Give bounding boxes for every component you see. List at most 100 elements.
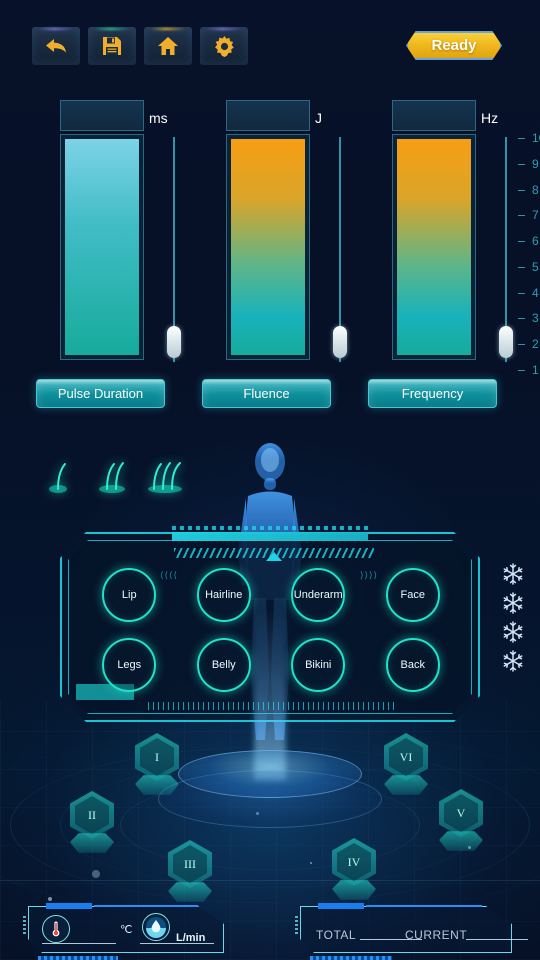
- hud-top-bar: [172, 532, 368, 541]
- scale-tick: [518, 266, 525, 268]
- speck: [48, 897, 52, 901]
- gear-icon: [214, 35, 235, 57]
- hair-density-2-icon[interactable]: [95, 456, 131, 496]
- area-button-face[interactable]: Face: [385, 568, 440, 622]
- panel-tab: [46, 903, 92, 909]
- badge-hex: III: [168, 840, 212, 888]
- scale-tick-label: 2: [532, 337, 539, 352]
- back-arrow-icon: [44, 36, 68, 56]
- status-label: Ready: [431, 37, 477, 54]
- speck: [310, 862, 312, 864]
- snowflake-4-icon[interactable]: [501, 649, 525, 678]
- frequency-value[interactable]: [392, 100, 476, 131]
- scale-tick: [518, 215, 525, 217]
- fluence-handle[interactable]: [333, 326, 347, 358]
- scale-tick: [518, 344, 525, 346]
- panel-accent-line: [366, 905, 482, 907]
- badge-label: III: [184, 856, 196, 871]
- fluence-bar: [226, 134, 310, 360]
- platform-base: [158, 770, 382, 828]
- treatment-area-grid: Lip Hairline Underarm Face Legs Belly Bikini Ba…: [82, 560, 460, 700]
- scale-tick: [518, 370, 525, 371]
- frequency-scale: 10 9 8 7 6 5 4 3 2 1: [518, 130, 540, 377]
- save-button[interactable]: [88, 27, 136, 65]
- speck: [256, 812, 259, 815]
- pulse-duration-bar: [60, 134, 144, 360]
- scale-tick: [518, 292, 525, 294]
- thermometer-icon: [42, 915, 70, 943]
- frequency-button[interactable]: Frequency: [368, 379, 497, 408]
- area-button-underarm[interactable]: Underarm: [291, 568, 346, 622]
- skin-type-badge-iii[interactable]: III: [166, 840, 214, 902]
- current-label: CURRENT: [405, 928, 468, 942]
- temperature-unit: ℃: [120, 924, 133, 936]
- scale-tick: [518, 318, 525, 320]
- speck: [92, 870, 100, 878]
- snowflake-3-icon[interactable]: [501, 620, 525, 649]
- skin-type-badge-iv[interactable]: IV: [330, 838, 378, 900]
- frequency-handle[interactable]: [499, 326, 513, 358]
- snowflake-1-icon[interactable]: [501, 562, 525, 591]
- ready-pill[interactable]: Ready: [406, 31, 502, 60]
- current-value-line: [466, 939, 528, 940]
- scale-tick-label: 9: [532, 156, 539, 171]
- panel-tab: [318, 903, 364, 909]
- total-label: TOTAL: [316, 928, 357, 942]
- slider-frequency: Hz 10 9 8 7 6 5 4 3 2 1: [368, 100, 540, 420]
- status-badge[interactable]: Ready: [406, 31, 502, 60]
- panel-accent-line: [94, 905, 198, 907]
- fluence-button[interactable]: Fluence: [202, 379, 331, 408]
- badge-hex: I: [135, 733, 179, 781]
- skin-type-badge-v[interactable]: V: [437, 789, 485, 851]
- hair-density-indicators: [44, 452, 184, 496]
- bar-fill: [397, 139, 471, 355]
- frequency-bar: [392, 134, 476, 360]
- fluence-value[interactable]: [226, 100, 310, 131]
- scale-tick-label: 8: [532, 182, 539, 197]
- scale-tick-label: 5: [532, 259, 539, 274]
- pulse-duration-value[interactable]: [60, 100, 144, 131]
- floppy-disk-icon: [102, 36, 122, 56]
- treatment-area-panel: ⟨⟨⟨⟨ ⟩⟩⟩⟩ Lip Hairline Underarm Face Legs Bel…: [60, 518, 480, 730]
- panel-footer-strip: [310, 956, 392, 960]
- flow-unit: L/min: [176, 932, 206, 944]
- hud-dot-strip: [172, 526, 370, 530]
- back-button[interactable]: [32, 27, 80, 65]
- area-button-lip[interactable]: Lip: [102, 568, 157, 622]
- settings-button[interactable]: [200, 27, 248, 65]
- platform-top: [178, 750, 362, 798]
- skin-type-badge-ii[interactable]: II: [68, 791, 116, 853]
- badge-hex: II: [70, 791, 114, 839]
- slider-fluence: J: [202, 100, 362, 420]
- pulse-duration-handle[interactable]: [167, 326, 181, 358]
- scale-tick-label: 3: [532, 311, 539, 326]
- skin-type-badge-vi[interactable]: VI: [382, 733, 430, 795]
- pulse-duration-unit: ms: [149, 110, 168, 126]
- scale-tick: [518, 163, 525, 165]
- area-button-legs[interactable]: Legs: [102, 638, 157, 692]
- hair-density-3-icon[interactable]: [146, 456, 182, 496]
- area-button-belly[interactable]: Belly: [196, 638, 251, 692]
- snowflake-2-icon[interactable]: [501, 591, 525, 620]
- scale-tick-label: 7: [532, 208, 539, 223]
- cooling-level-indicator: [496, 562, 530, 672]
- badge-label: VI: [399, 749, 413, 764]
- top-toolbar: [32, 27, 248, 65]
- scale-tick-label: 4: [532, 285, 539, 300]
- skin-type-badge-i[interactable]: I: [133, 733, 181, 795]
- area-button-back[interactable]: Back: [385, 638, 440, 692]
- home-button[interactable]: [144, 27, 192, 65]
- area-button-hairline[interactable]: Hairline: [196, 568, 251, 622]
- badge-label: II: [88, 807, 96, 822]
- bar-fill: [231, 139, 305, 355]
- badge-hex: V: [439, 789, 483, 837]
- water-drop-icon: [142, 913, 170, 941]
- hair-density-1-icon[interactable]: [44, 456, 80, 496]
- counter-panel: TOTAL CURRENT: [295, 903, 528, 960]
- badge-label: I: [155, 749, 159, 764]
- fluence-unit: J: [315, 110, 322, 126]
- pulse-duration-button[interactable]: Pulse Duration: [36, 379, 165, 408]
- badge-hex: IV: [332, 838, 376, 886]
- area-button-bikini[interactable]: Bikini: [291, 638, 346, 692]
- home-icon: [157, 36, 179, 56]
